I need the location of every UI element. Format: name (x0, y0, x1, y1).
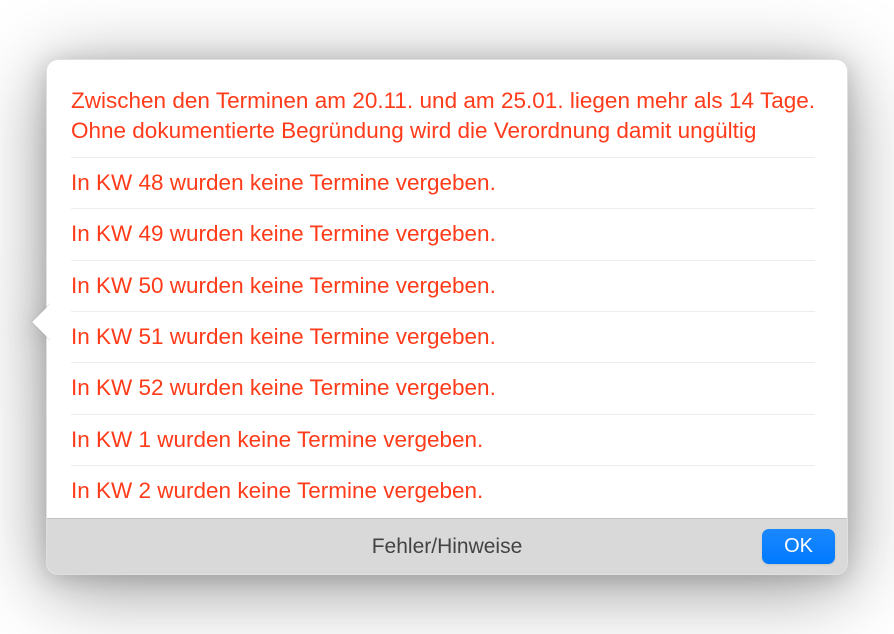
message-item: In KW 52 wurden keine Termine vergeben. (71, 363, 815, 414)
message-item: In KW 1 wurden keine Termine vergeben. (71, 415, 815, 466)
message-item: In KW 51 wurden keine Termine vergeben. (71, 312, 815, 363)
message-item: In KW 49 wurden keine Termine vergeben. (71, 209, 815, 260)
ok-button[interactable]: OK (762, 529, 835, 564)
message-item: In KW 50 wurden keine Termine vergeben. (71, 261, 815, 312)
popover-dialog: Zwischen den Terminen am 20.11. und am 2… (46, 59, 848, 575)
dialog-title: Fehler/Hinweise (372, 535, 523, 559)
message-item: In KW 48 wurden keine Termine vergeben. (71, 158, 815, 209)
message-item: Zwischen den Terminen am 20.11. und am 2… (71, 76, 815, 158)
popover-arrow (32, 304, 50, 340)
dialog-footer: Fehler/Hinweise OK (47, 518, 847, 574)
message-list[interactable]: Zwischen den Terminen am 20.11. und am 2… (47, 60, 847, 518)
message-item: In KW 2 wurden keine Termine vergeben. (71, 466, 815, 516)
